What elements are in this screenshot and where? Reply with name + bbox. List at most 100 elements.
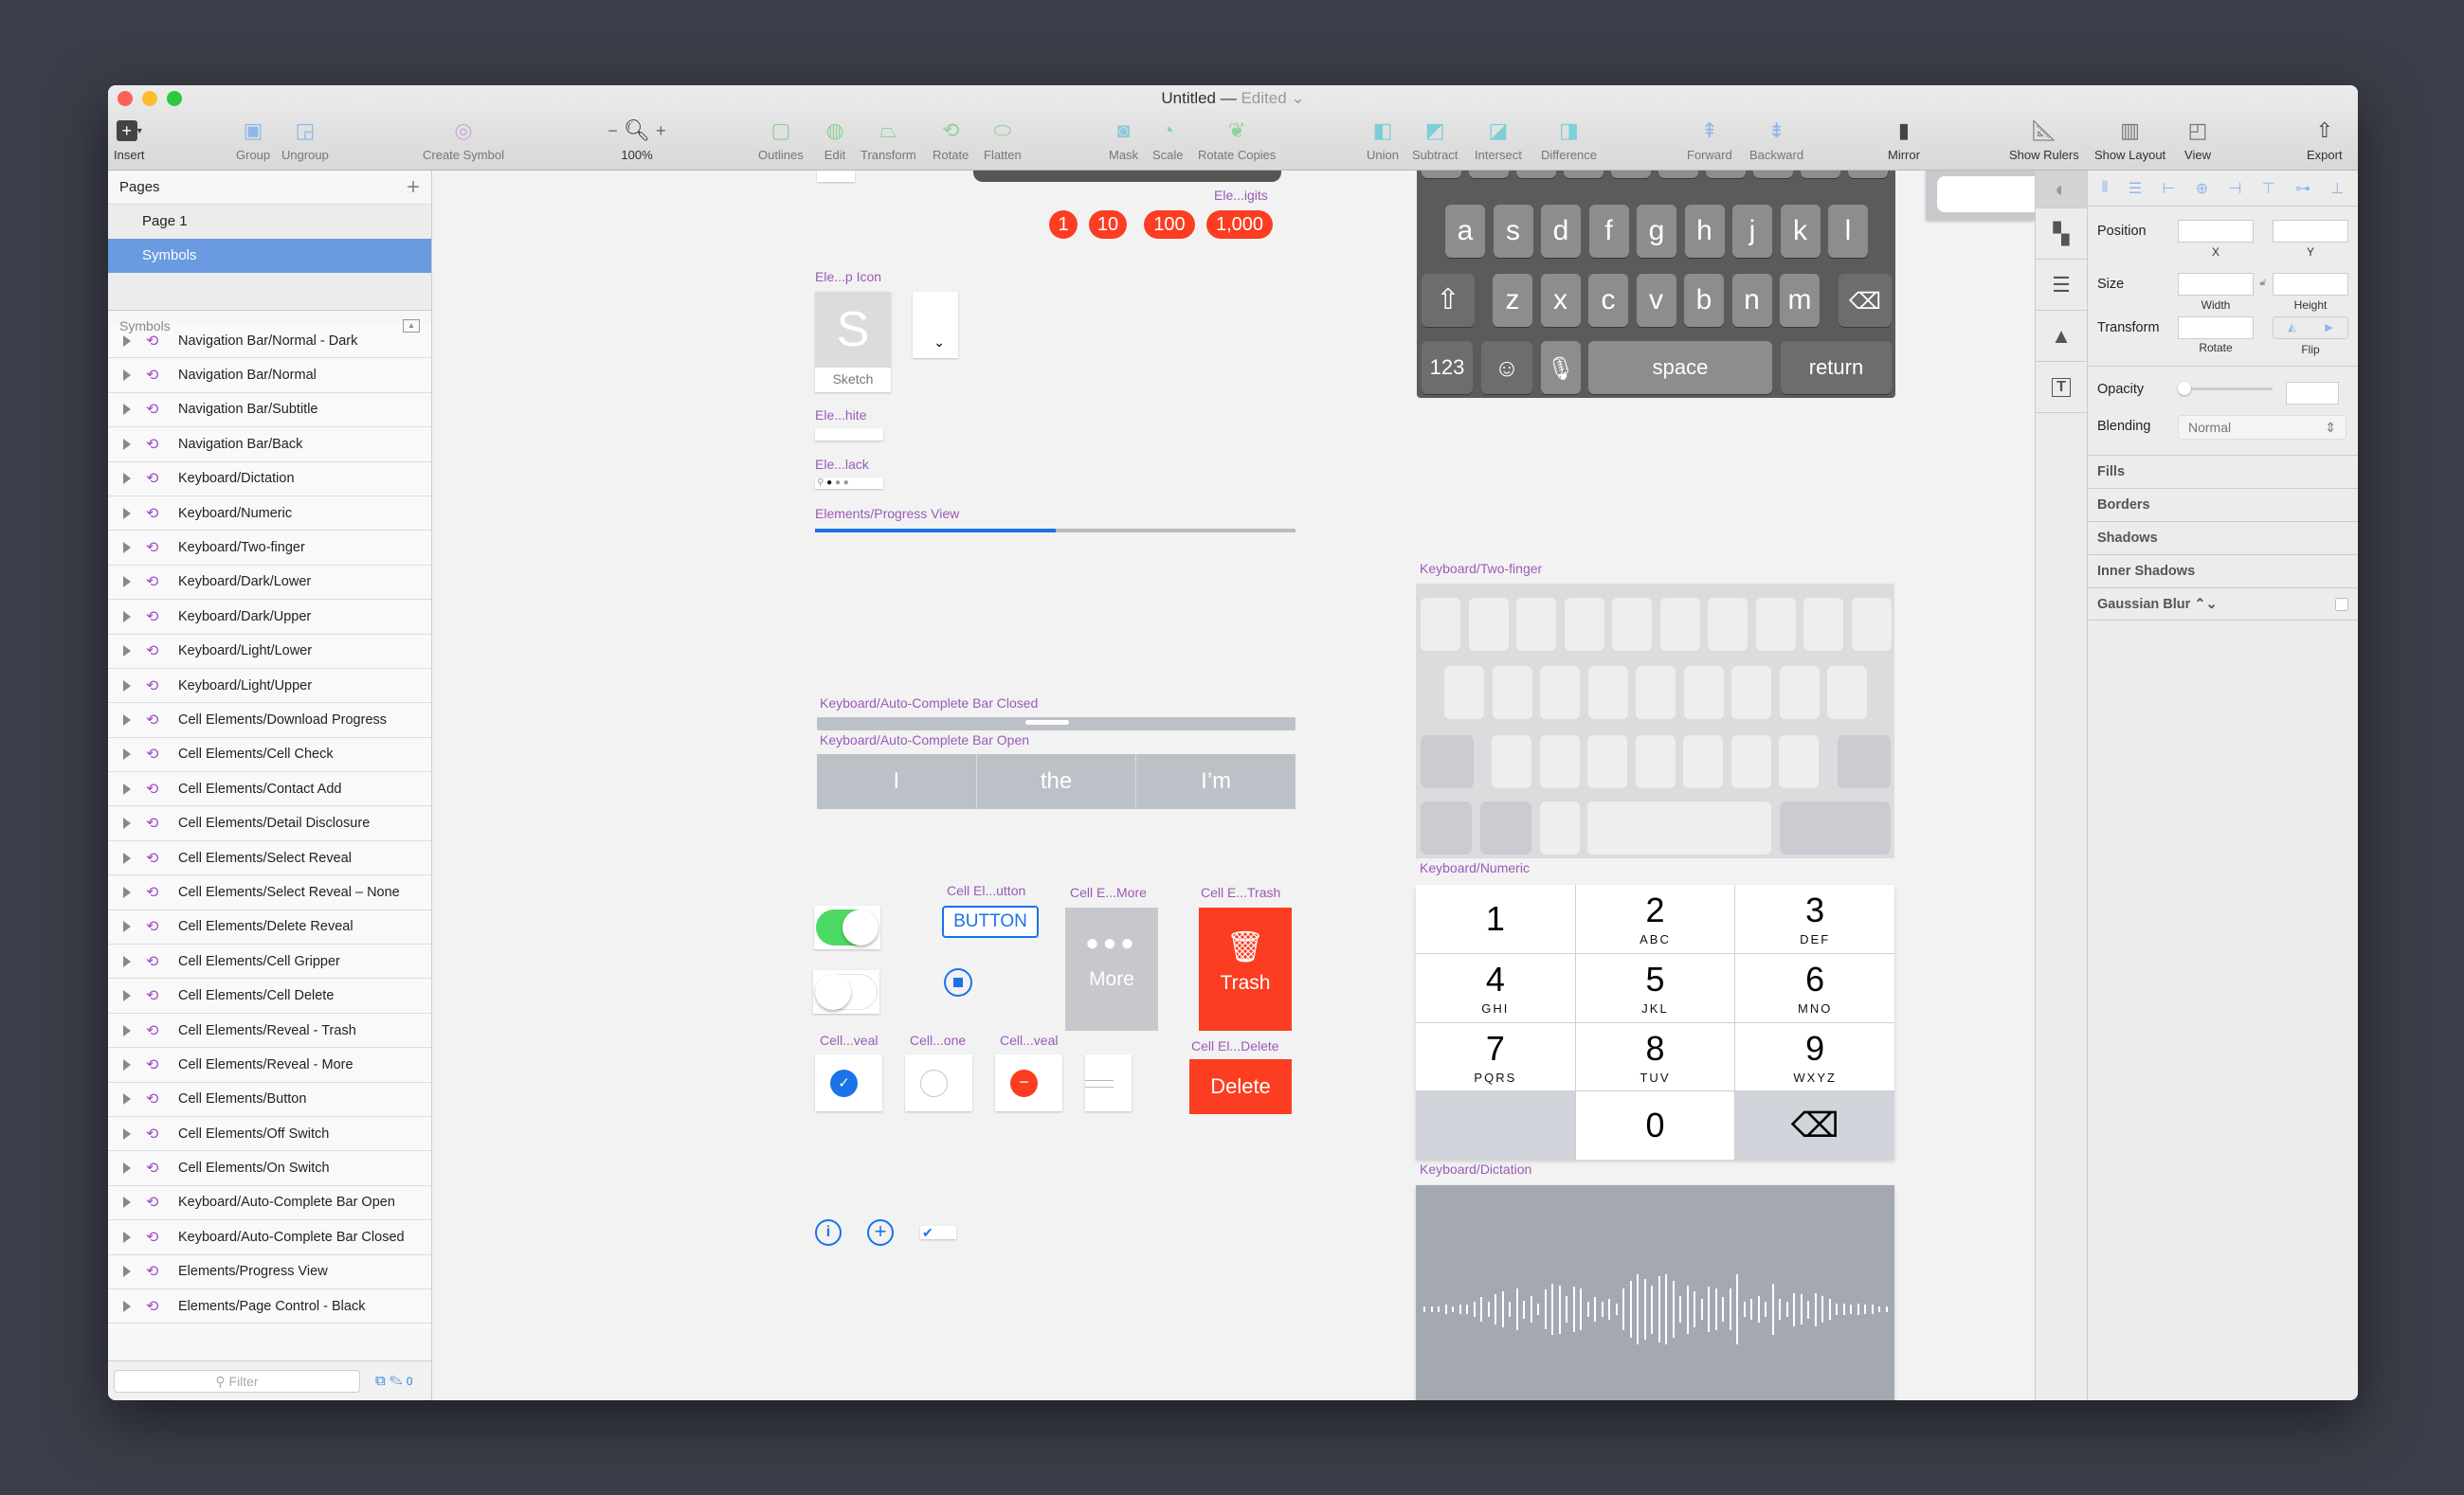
page-item-symbols[interactable]: Symbols bbox=[108, 239, 431, 273]
keyboard-key[interactable] bbox=[1444, 666, 1484, 719]
artboard-label-cell-button[interactable]: Cell El...utton bbox=[947, 883, 1025, 898]
keyboard-key[interactable] bbox=[1492, 735, 1531, 788]
keyboard-key[interactable] bbox=[1421, 598, 1460, 651]
align-left-icon[interactable]: ⊢ bbox=[2162, 179, 2175, 198]
fills-section[interactable]: Fills bbox=[2088, 455, 2358, 488]
symbol-list-item[interactable]: ⟲ Navigation Bar/Back bbox=[108, 427, 431, 462]
symbol-list-item[interactable]: ⟲ Keyboard/Dark/Upper bbox=[108, 600, 431, 635]
inspector-tab-text[interactable]: T bbox=[2036, 362, 2087, 413]
width-input[interactable] bbox=[2178, 273, 2254, 296]
disclosure-triangle-icon[interactable] bbox=[123, 1231, 131, 1243]
gaussian-blur-label[interactable]: Gaussian Blur ⌃⌄ bbox=[2097, 597, 2218, 612]
key-top-row[interactable] bbox=[1706, 171, 1746, 178]
inspector-tab-layers[interactable]: ☰ bbox=[2036, 260, 2087, 311]
return-key[interactable]: return bbox=[1781, 341, 1892, 394]
artboard-label-cell-delete[interactable]: Cell El...Delete bbox=[1191, 1038, 1279, 1054]
keyboard-key[interactable] bbox=[1635, 735, 1676, 788]
align-top-icon[interactable]: ⊤ bbox=[2262, 179, 2275, 198]
suggestion-1[interactable]: I bbox=[817, 754, 977, 809]
disclosure-triangle-icon[interactable] bbox=[123, 334, 131, 347]
opacity-input[interactable] bbox=[2286, 382, 2339, 405]
show-layout-button[interactable]: ▥ Show Layout bbox=[2094, 117, 2165, 162]
key-top-row[interactable] bbox=[1469, 171, 1509, 178]
filter-input[interactable]: ⚲ Filter bbox=[114, 1369, 360, 1393]
keyboard-key[interactable] bbox=[1587, 666, 1628, 719]
mask-button[interactable]: ◙ Mask bbox=[1109, 117, 1138, 162]
keyboard-key[interactable] bbox=[1516, 598, 1556, 651]
flatten-button[interactable]: ⬭ Flatten bbox=[984, 117, 1022, 162]
emoji-key[interactable]: ☺ bbox=[1481, 341, 1532, 394]
canvas[interactable]: Ele...igits 1 10 100 1,000 Ele...p Icon … bbox=[433, 171, 2035, 1400]
export-button[interactable]: ⇧ Export bbox=[2307, 117, 2343, 162]
artboard-label-digits[interactable]: Ele...igits bbox=[1214, 188, 1268, 203]
inspector-tab-layout[interactable]: ▚ bbox=[2036, 208, 2087, 260]
collapse-icon[interactable]: ▲ bbox=[403, 318, 420, 333]
keyboard-key[interactable] bbox=[1468, 598, 1509, 651]
disclosure-triangle-icon[interactable] bbox=[123, 645, 131, 657]
reveal-trash[interactable]: 🗑︎ Trash bbox=[1199, 908, 1292, 1031]
align-middle-icon[interactable]: ⊶ bbox=[2295, 179, 2310, 198]
key-a[interactable]: a bbox=[1445, 205, 1485, 258]
flip-horizontal-icon[interactable]: ◭ bbox=[2274, 317, 2310, 338]
symbol-list-item[interactable]: ⟲ Navigation Bar/Subtitle bbox=[108, 392, 431, 428]
rotate-button[interactable]: ⟲ Rotate bbox=[933, 117, 969, 162]
page-control-black[interactable]: ⚲ ● ● ● bbox=[815, 477, 883, 489]
inner-shadows-section[interactable]: Inner Shadows bbox=[2088, 554, 2358, 587]
symbol-list-item[interactable]: ⟲ Cell Elements/Select Reveal bbox=[108, 840, 431, 876]
symbol-list-item[interactable]: ⟲ Cell Elements/Contact Add bbox=[108, 772, 431, 807]
create-symbol-button[interactable]: ◎ Create Symbol bbox=[423, 117, 504, 162]
symbol-list-item[interactable]: ⟲ Keyboard/Light/Upper bbox=[108, 668, 431, 704]
delete-key[interactable]: ⌫ bbox=[1735, 1091, 1894, 1160]
segmented-control-dark[interactable] bbox=[973, 171, 1281, 182]
delete-reveal[interactable]: − bbox=[995, 1054, 1062, 1111]
outlines-button[interactable]: ▢ Outlines bbox=[758, 117, 804, 162]
dropdown-artboard[interactable]: ⌄ bbox=[913, 292, 958, 358]
keyboard-key[interactable] bbox=[1780, 802, 1891, 855]
lock-icon[interactable]: 🔓︎ bbox=[2254, 277, 2273, 289]
key-j[interactable]: j bbox=[1732, 205, 1772, 258]
download-progress[interactable] bbox=[942, 966, 974, 999]
disclosure-triangle-icon[interactable] bbox=[123, 748, 131, 761]
artboard-label-ac-open[interactable]: Keyboard/Auto-Complete Bar Open bbox=[820, 732, 1029, 748]
suggestion-3[interactable]: I’m bbox=[1136, 754, 1295, 809]
symbol-list-item[interactable]: ⟲ Keyboard/Dark/Lower bbox=[108, 565, 431, 601]
artboard-label-app-icon[interactable]: Ele...p Icon bbox=[815, 269, 881, 284]
cell-gripper[interactable] bbox=[1085, 1054, 1132, 1111]
disclosure-triangle-icon[interactable] bbox=[123, 610, 131, 622]
key-top-row[interactable] bbox=[1611, 171, 1651, 178]
difference-button[interactable]: ◨ Difference bbox=[1541, 117, 1597, 162]
slider-knob[interactable] bbox=[2178, 382, 2191, 395]
numeric-key[interactable]: 9 WXYZ bbox=[1735, 1022, 1894, 1091]
disclosure-triangle-icon[interactable] bbox=[123, 713, 131, 726]
numeric-key[interactable]: 1 bbox=[1416, 885, 1575, 953]
view-button[interactable]: ◰ View bbox=[2183, 117, 2212, 162]
blur-checkbox[interactable] bbox=[2335, 598, 2348, 611]
on-switch[interactable] bbox=[814, 906, 880, 949]
mirror-button[interactable]: ▮ Mirror bbox=[1888, 117, 1920, 162]
numbers-key[interactable]: 123 bbox=[1422, 341, 1473, 394]
borders-section[interactable]: Borders bbox=[2088, 488, 2358, 521]
backspace-key[interactable]: ⌫ bbox=[1839, 274, 1892, 327]
keyboard-key[interactable] bbox=[1838, 735, 1891, 788]
symbol-list-item[interactable]: ⟲ Cell Elements/Select Reveal – None bbox=[108, 875, 431, 910]
key-s[interactable]: s bbox=[1493, 205, 1533, 258]
key-z[interactable]: z bbox=[1493, 274, 1532, 327]
distribute-horizontal-icon[interactable]: ⫴ bbox=[2102, 180, 2109, 197]
keyboard-key[interactable] bbox=[1803, 598, 1843, 651]
shift-key[interactable]: ⇧ bbox=[1422, 274, 1475, 327]
symbol-list-item[interactable]: ⟲ Cell Elements/Cell Check bbox=[108, 737, 431, 773]
artboard-label-numeric[interactable]: Keyboard/Numeric bbox=[1420, 860, 1530, 875]
numeric-key[interactable]: 3 DEF bbox=[1735, 885, 1894, 953]
keyboard-key[interactable] bbox=[1683, 735, 1723, 788]
key-top-row[interactable] bbox=[1564, 171, 1603, 178]
keyboard-key[interactable] bbox=[1659, 598, 1700, 651]
artboard-label-ac-closed[interactable]: Keyboard/Auto-Complete Bar Closed bbox=[820, 695, 1038, 711]
key-top-row[interactable] bbox=[1801, 171, 1840, 178]
ungroup-button[interactable]: ◲ Ungroup bbox=[281, 117, 329, 162]
artboard-label-dictation[interactable]: Keyboard/Dictation bbox=[1420, 1162, 1531, 1177]
symbol-list[interactable]: ⟲ Navigation Bar/Normal - Dark ⟲ Navigation… bbox=[108, 324, 431, 1328]
keyboard-key[interactable] bbox=[1587, 735, 1627, 788]
disclosure-triangle-icon[interactable] bbox=[123, 1058, 131, 1071]
keyboard-key[interactable] bbox=[1540, 666, 1580, 719]
union-button[interactable]: ◧ Union bbox=[1367, 117, 1399, 162]
